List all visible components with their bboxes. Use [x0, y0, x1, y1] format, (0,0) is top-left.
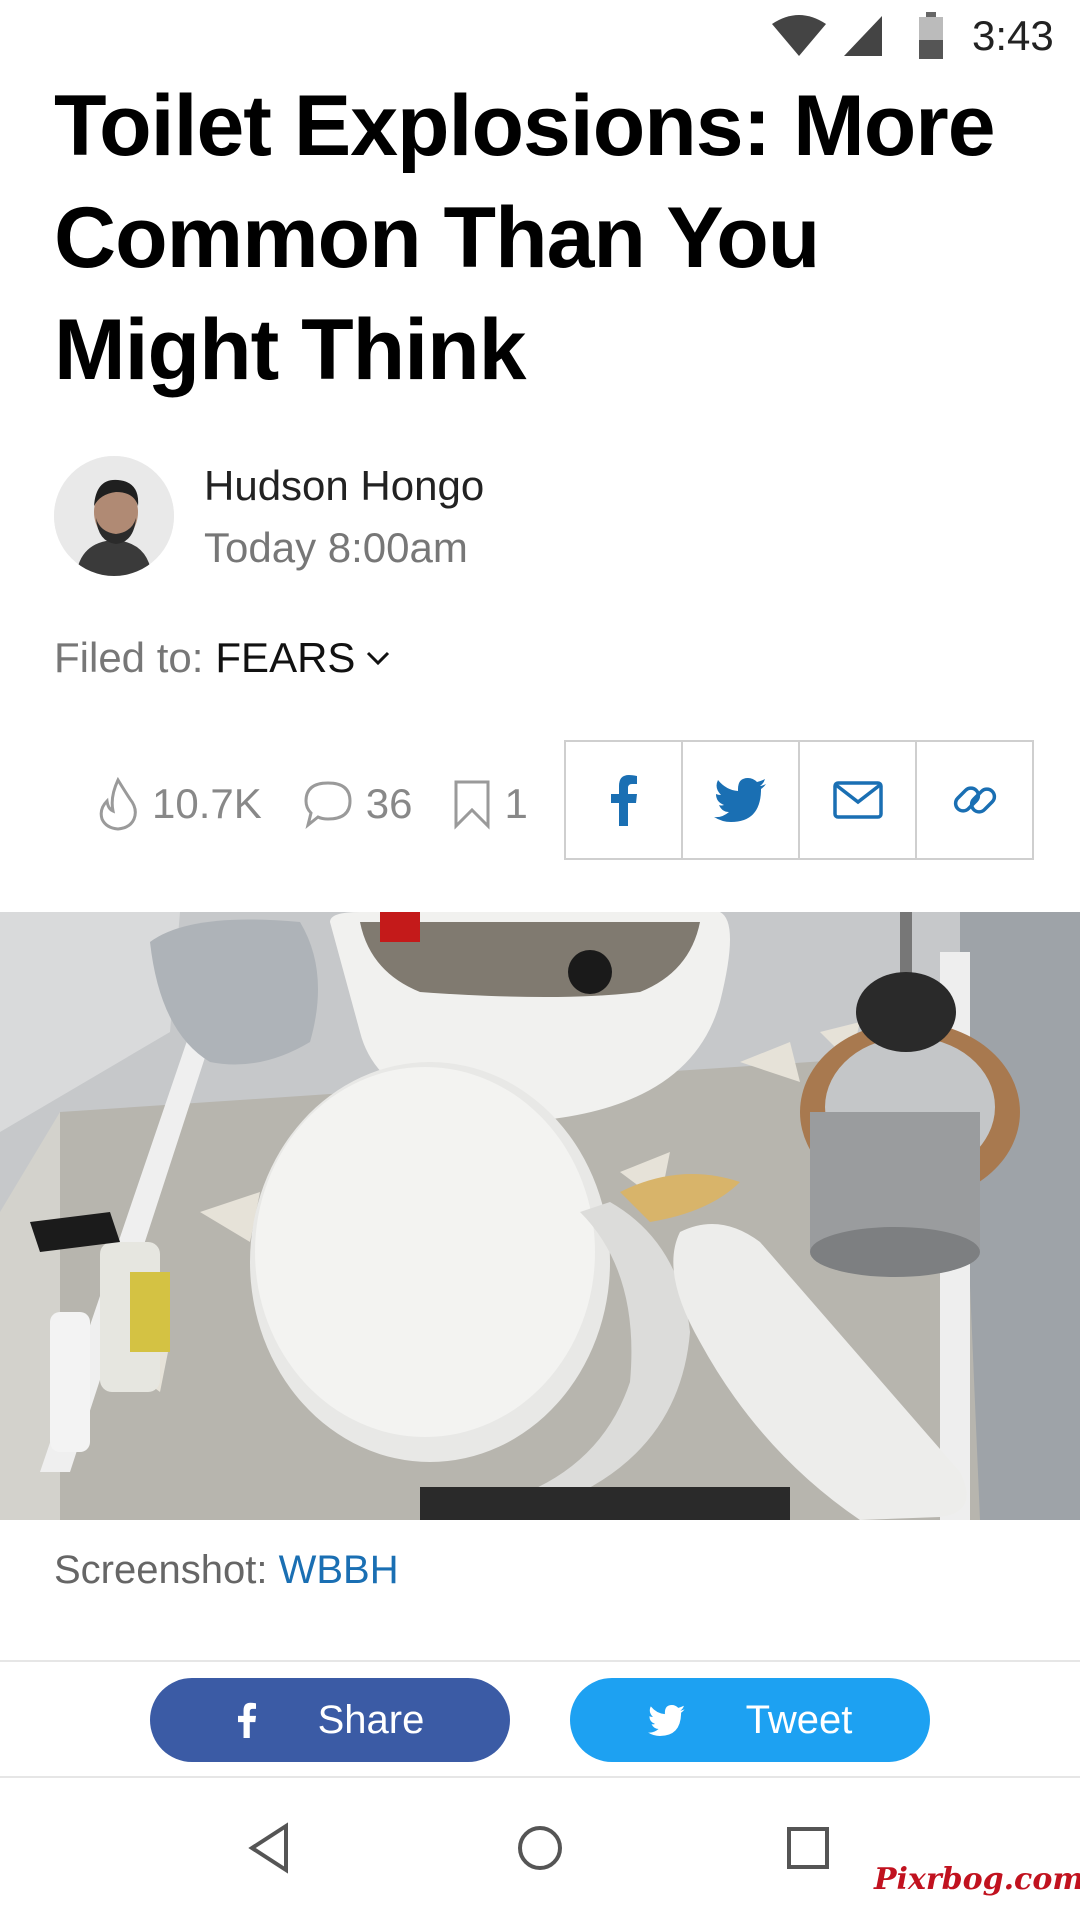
facebook-icon — [237, 1702, 256, 1738]
watermark: Pixrbog.com — [874, 1862, 1080, 1897]
cell-signal-icon — [844, 16, 882, 56]
battery-icon — [919, 12, 943, 59]
facebook-share-button[interactable]: Share — [150, 1678, 510, 1762]
share-toolbar — [564, 740, 1034, 860]
bottom-share-bar: Share Tweet — [0, 1660, 1080, 1778]
caption-credit-link[interactable]: WBBH — [279, 1548, 399, 1592]
status-time: 3:43 — [972, 12, 1054, 59]
comments-count[interactable]: 36 — [366, 780, 413, 828]
copy-link-button[interactable] — [917, 742, 1032, 858]
share-facebook-button[interactable] — [566, 742, 683, 858]
article-photo[interactable] — [0, 912, 1080, 1520]
twitter-icon — [713, 778, 766, 822]
photo-caption: Screenshot: WBBH — [54, 1548, 399, 1593]
filed-to[interactable]: Filed to: FEARS — [54, 634, 391, 682]
comment-icon[interactable] — [302, 779, 354, 829]
wifi-icon — [772, 15, 826, 56]
back-icon[interactable] — [246, 1822, 292, 1874]
caption-label: Screenshot: — [54, 1548, 268, 1592]
recents-icon[interactable] — [786, 1826, 830, 1870]
broken-toilet-image — [0, 912, 1080, 1520]
status-bar: 3:43 — [0, 0, 1080, 72]
facebook-icon — [610, 775, 637, 826]
chevron-down-icon[interactable] — [365, 649, 391, 667]
facebook-share-label: Share — [317, 1697, 425, 1742]
filed-to-tag[interactable]: FEARS — [215, 634, 355, 682]
navigation-bar — [0, 1780, 1080, 1920]
twitter-icon — [647, 1704, 685, 1736]
tweet-label: Tweet — [745, 1697, 853, 1742]
link-icon — [953, 786, 996, 814]
views-stat: 10.7K — [96, 777, 262, 831]
filed-to-label: Filed to: — [54, 634, 204, 681]
post-timestamp: Today 8:00am — [204, 524, 468, 571]
author-avatar[interactable] — [54, 456, 174, 576]
comments-stat[interactable]: 36 — [302, 779, 413, 829]
views-count: 10.7K — [152, 780, 262, 827]
tweet-button[interactable]: Tweet — [570, 1678, 930, 1762]
share-twitter-button[interactable] — [683, 742, 800, 858]
home-icon[interactable] — [516, 1824, 564, 1872]
saves-stat[interactable]: 1 — [452, 778, 528, 830]
author-name[interactable]: Hudson Hongo — [204, 462, 484, 510]
flame-icon — [99, 777, 137, 831]
email-icon — [832, 781, 883, 819]
bookmark-icon[interactable] — [452, 778, 492, 830]
saves-count[interactable]: 1 — [504, 780, 527, 828]
article-stats: 10.7K 36 1 — [96, 770, 568, 838]
share-email-button[interactable] — [800, 742, 917, 858]
article-headline: Toilet Explosions: More Common Than You … — [54, 78, 996, 398]
